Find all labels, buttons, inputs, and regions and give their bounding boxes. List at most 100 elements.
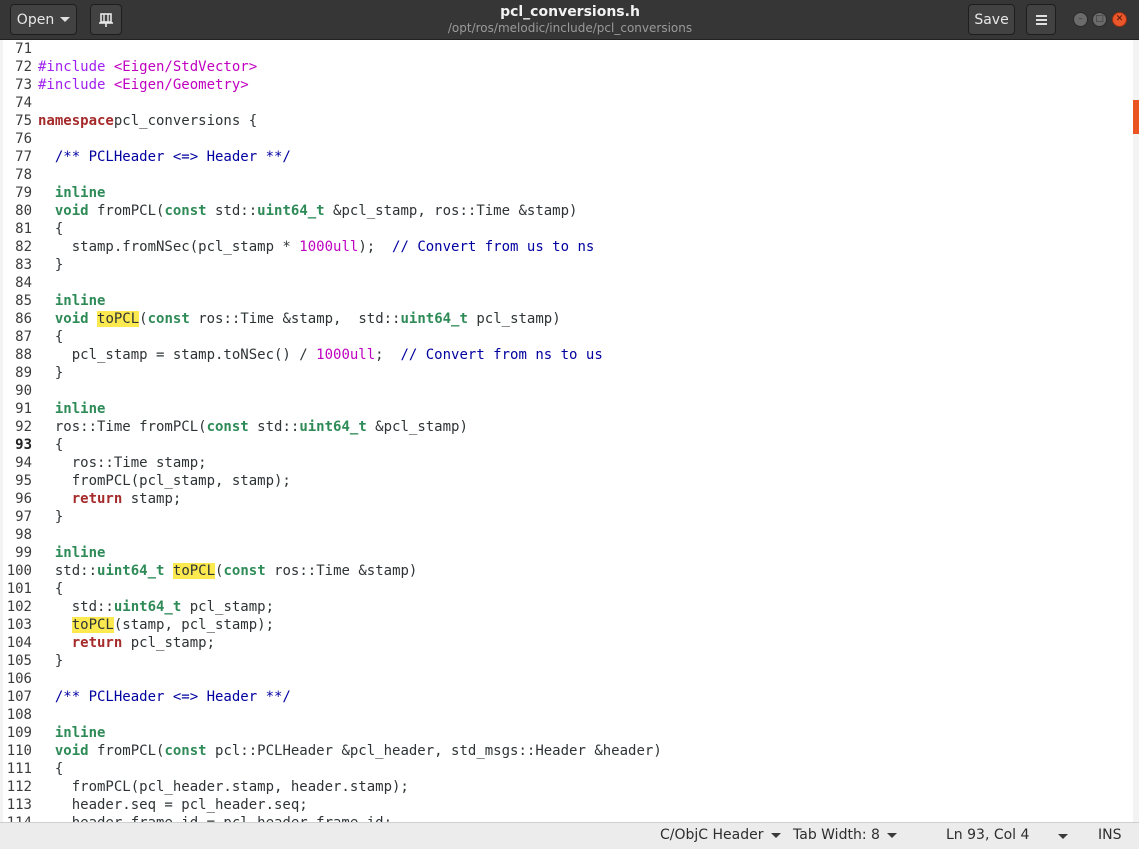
- code-line[interactable]: 90: [3, 382, 38, 400]
- code-line[interactable]: 96 return stamp;: [3, 490, 181, 508]
- chevron-down-icon: [770, 832, 781, 838]
- code-line[interactable]: 84: [3, 274, 38, 292]
- code-token: void: [54, 743, 89, 759]
- code-token: {: [38, 437, 64, 453]
- code-token: const: [223, 563, 266, 579]
- tab-width-label: Tab Width: 8: [793, 827, 880, 843]
- code-token: }: [38, 365, 64, 381]
- code-line[interactable]: 102 std::uint64_t pcl_stamp;: [3, 598, 274, 616]
- code-token: header.frame_id = pcl_header.frame_id;: [38, 815, 392, 822]
- open-button[interactable]: Open: [10, 4, 77, 35]
- code-line[interactable]: 104 return pcl_stamp;: [3, 634, 215, 652]
- code-line[interactable]: 72 #include <Eigen/StdVector>: [3, 58, 257, 76]
- code-line[interactable]: 109 inline: [3, 724, 106, 742]
- code-line[interactable]: 112 fromPCL(pcl_header.stamp, header.sta…: [3, 778, 409, 796]
- code-line[interactable]: 85 inline: [3, 292, 105, 310]
- code-text: inline: [38, 293, 106, 309]
- cursor-position[interactable]: Ln 93, Col 4: [946, 827, 1029, 843]
- code-line[interactable]: 74: [3, 94, 38, 112]
- code-token: ros::Time &stamp): [265, 563, 418, 579]
- code-text: fromPCL(pcl_stamp, stamp);: [38, 473, 291, 489]
- code-line[interactable]: 100 std::uint64_t toPCL(const ros::Time …: [3, 562, 417, 580]
- code-line[interactable]: 81 {: [3, 220, 63, 238]
- code-token: inline: [54, 185, 106, 201]
- code-line[interactable]: 106: [3, 670, 38, 688]
- code-line[interactable]: 77 /** PCLHeader <=> Header **/: [3, 148, 291, 166]
- code-line[interactable]: 89 }: [3, 364, 63, 382]
- code-line[interactable]: 110 void fromPCL(const pcl::PCLHeader &p…: [3, 742, 662, 760]
- line-number: 83: [15, 257, 32, 273]
- line-number: 103: [6, 617, 32, 633]
- line-number: 71: [15, 41, 32, 57]
- code-token: uint64_t: [299, 419, 367, 435]
- code-line[interactable]: 79 inline: [3, 184, 105, 202]
- scrollbar-indicator[interactable]: [1133, 100, 1139, 134]
- code-line[interactable]: 94 ros::Time stamp;: [3, 454, 207, 472]
- code-line[interactable]: 114 header.frame_id = pcl_header.frame_i…: [3, 814, 392, 822]
- code-line[interactable]: 80 void fromPCL(const std::uint64_t &pcl…: [3, 202, 577, 220]
- line-number: 76: [15, 131, 32, 147]
- code-line[interactable]: 82 stamp.fromNSec(pcl_stamp * 1000ull); …: [3, 238, 594, 256]
- code-line[interactable]: 95 fromPCL(pcl_stamp, stamp);: [3, 472, 291, 490]
- code-line[interactable]: 101 {: [3, 580, 64, 598]
- code-token: #include: [38, 77, 114, 93]
- code-token: pcl_stamp;: [122, 635, 216, 651]
- code-line[interactable]: 78: [3, 166, 38, 184]
- code-text: std::uint64_t toPCL(const ros::Time &sta…: [38, 563, 417, 579]
- tab-width-selector[interactable]: Tab Width: 8: [793, 827, 897, 843]
- code-line[interactable]: 108: [3, 706, 38, 724]
- code-token: std::: [38, 563, 98, 579]
- code-line[interactable]: 92 ros::Time fromPCL(const std::uint64_t…: [3, 418, 468, 436]
- language-selector[interactable]: C/ObjC Header: [660, 827, 781, 843]
- code-token: }: [38, 509, 64, 525]
- code-line[interactable]: 93 {: [3, 436, 63, 454]
- code-line[interactable]: 71: [3, 40, 38, 58]
- code-line[interactable]: 76: [3, 130, 38, 148]
- code-line[interactable]: 103 toPCL(stamp, pcl_stamp);: [3, 616, 274, 634]
- hamburger-menu-button[interactable]: [1026, 4, 1056, 35]
- search-highlight: toPCL: [172, 563, 216, 579]
- code-line[interactable]: 86 void toPCL(const ros::Time &stamp, st…: [3, 310, 561, 328]
- code-token: uint64_t: [400, 311, 468, 327]
- save-button[interactable]: Save: [968, 4, 1015, 35]
- code-line[interactable]: 97 }: [3, 508, 63, 526]
- code-text: /** PCLHeader <=> Header **/: [38, 149, 291, 165]
- cursor-position-dropdown[interactable]: [1058, 834, 1068, 839]
- code-line[interactable]: 99 inline: [3, 544, 105, 562]
- close-button[interactable]: ✕: [1112, 12, 1127, 27]
- code-line[interactable]: 107 /** PCLHeader <=> Header **/: [3, 688, 291, 706]
- code-line[interactable]: 113 header.seq = pcl_header.seq;: [3, 796, 308, 814]
- code-token: return: [71, 635, 123, 651]
- code-line[interactable]: 105 }: [3, 652, 64, 670]
- code-editor[interactable]: 71 72 #include <Eigen/StdVector> 73 #include…: [3, 40, 1133, 822]
- code-text: ros::Time fromPCL(const std::uint64_t &p…: [38, 419, 468, 435]
- code-line[interactable]: 83 }: [3, 256, 63, 274]
- code-token: pcl::PCLHeader &pcl_header, std_msgs::He…: [206, 743, 662, 759]
- code-token: namespace: [38, 113, 114, 129]
- code-line[interactable]: 111 {: [3, 760, 64, 778]
- code-line[interactable]: 88 pcl_stamp = stamp.toNSec() / 1000ull;…: [3, 346, 603, 364]
- code-token: );: [358, 239, 393, 255]
- code-text: {: [38, 437, 63, 453]
- code-text: toPCL(stamp, pcl_stamp);: [38, 617, 274, 633]
- code-line[interactable]: 87 {: [3, 328, 63, 346]
- code-line[interactable]: 91 inline: [3, 400, 105, 418]
- line-number: 94: [15, 455, 32, 471]
- code-token: inline: [54, 293, 106, 309]
- minimize-button[interactable]: –: [1073, 12, 1088, 27]
- code-text: fromPCL(pcl_header.stamp, header.stamp);: [38, 779, 409, 795]
- code-text: }: [38, 365, 63, 381]
- code-line[interactable]: 73 #include <Eigen/Geometry>: [3, 76, 249, 94]
- code-line[interactable]: 75 namespacepcl_conversions {: [3, 112, 257, 130]
- code-text: ros::Time stamp;: [38, 455, 207, 471]
- code-text: }: [38, 509, 63, 525]
- maximize-button[interactable]: □: [1092, 12, 1107, 27]
- code-text: pcl_stamp = stamp.toNSec() / 1000ull; //…: [38, 347, 603, 363]
- code-token: (: [139, 311, 148, 327]
- new-document-button[interactable]: [90, 4, 122, 35]
- code-token: void: [54, 203, 89, 219]
- code-line[interactable]: 98: [3, 526, 38, 544]
